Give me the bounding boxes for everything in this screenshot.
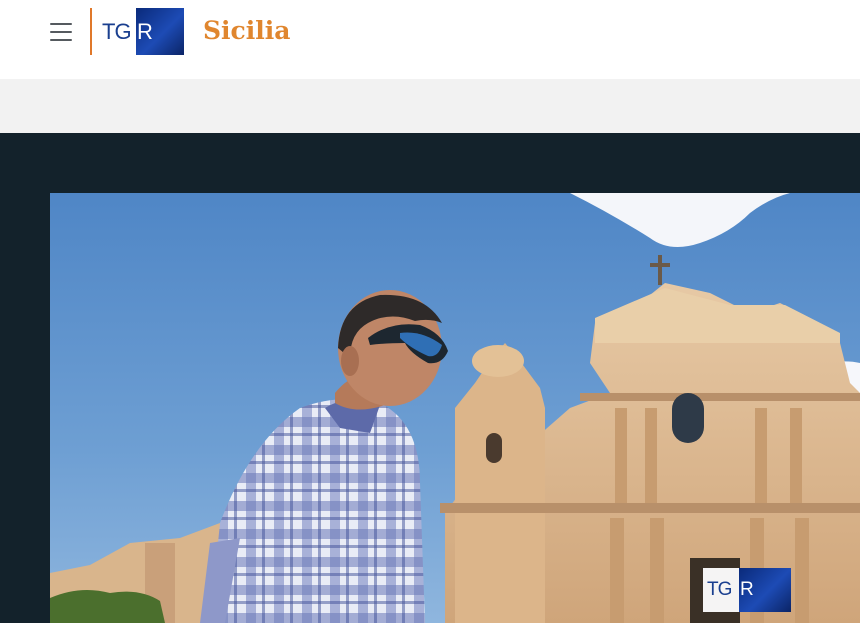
watermark-tg-text: TG <box>703 568 739 612</box>
logo-divider <box>90 8 92 55</box>
logo-r-text: R <box>137 19 153 44</box>
logo-tg-text: TG <box>102 19 132 44</box>
hamburger-menu-icon <box>50 23 72 25</box>
watermark-r-text: R <box>739 568 791 612</box>
site-header: TG R Sicilia <box>0 0 860 79</box>
tgr-logo[interactable]: TG R <box>102 8 184 55</box>
video-frame <box>50 193 860 623</box>
logo-r-box: R <box>136 8 184 55</box>
region-title[interactable]: Sicilia <box>203 14 290 48</box>
grey-band <box>0 79 860 133</box>
menu-button[interactable] <box>48 21 74 43</box>
tgr-watermark: TG R <box>703 568 791 612</box>
video-player[interactable] <box>50 193 860 623</box>
